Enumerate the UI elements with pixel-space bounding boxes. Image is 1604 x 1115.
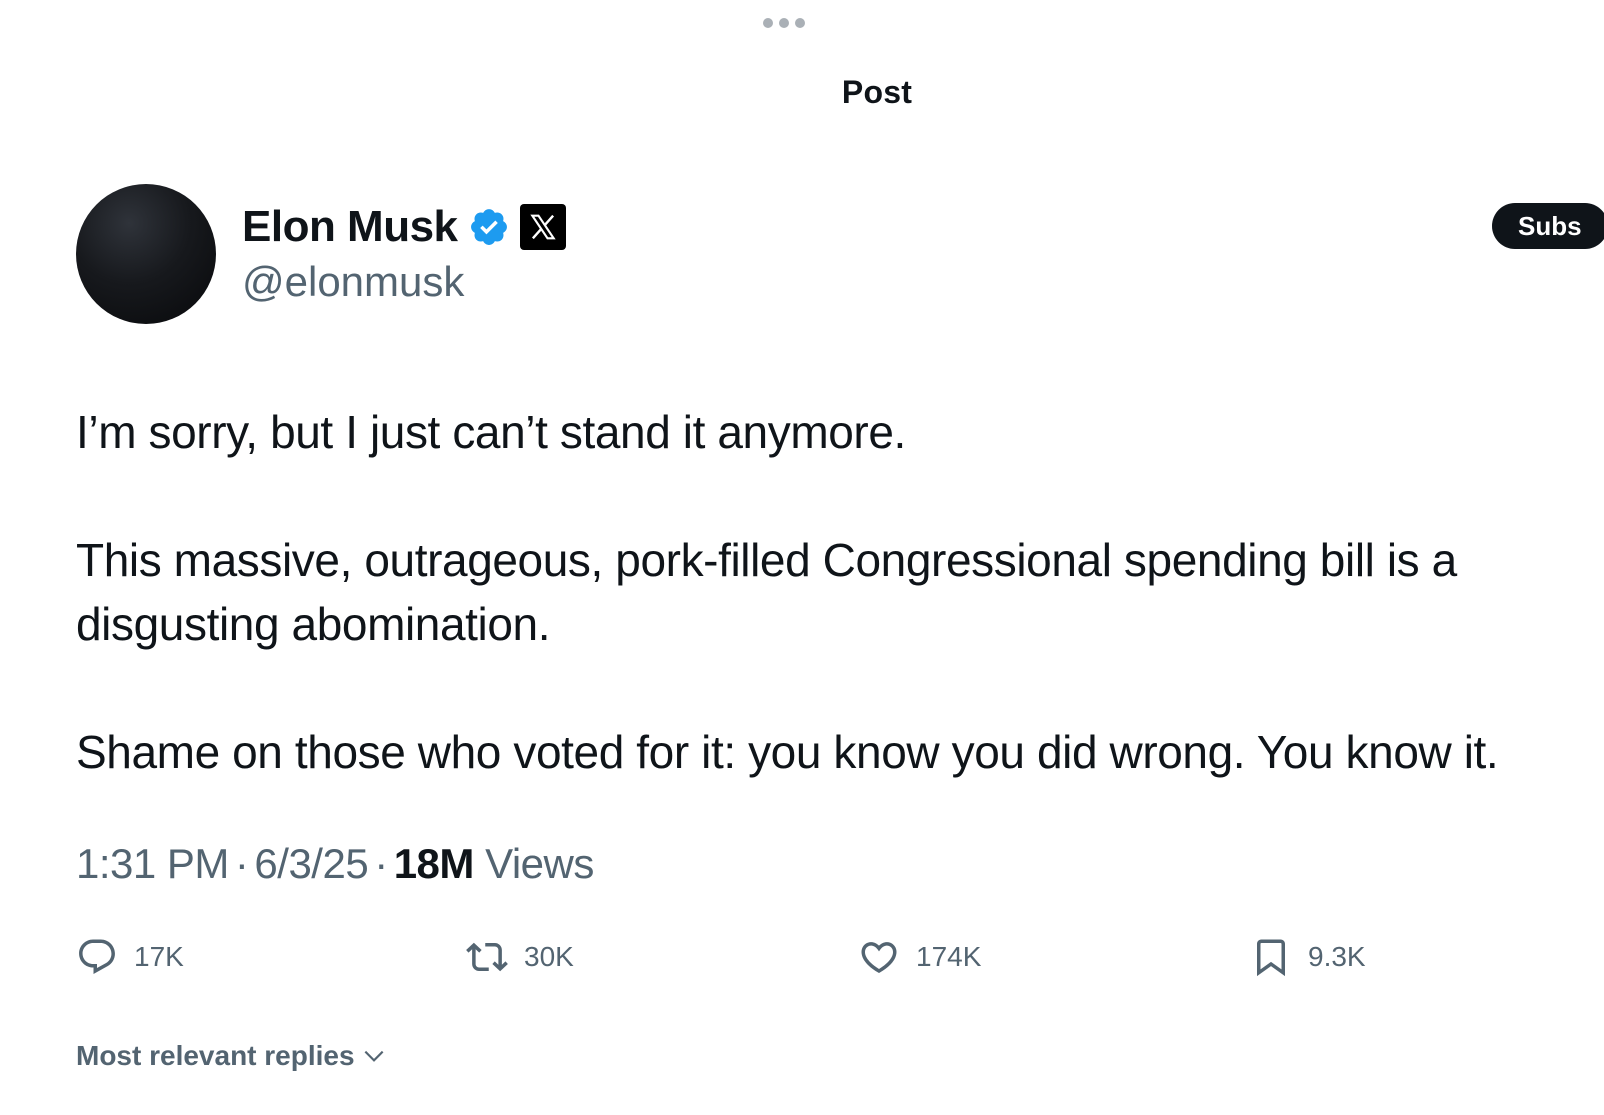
reply-button[interactable]: 17K bbox=[76, 930, 184, 984]
post-actions: 17K 30K 174K 9.3K bbox=[76, 930, 1536, 984]
x-logo-icon[interactable] bbox=[519, 204, 566, 250]
author-name-row: Elon Musk bbox=[242, 200, 566, 254]
page-header: Post bbox=[0, 74, 1604, 111]
author-display-name[interactable]: Elon Musk bbox=[242, 202, 458, 252]
like-button[interactable]: 174K bbox=[858, 930, 981, 984]
dot bbox=[779, 18, 789, 28]
post-page: Post Elon Musk @elonmusk Subs I’m sorry,… bbox=[0, 0, 1604, 1115]
post-text: I’m sorry, but I just can’t stand it any… bbox=[76, 400, 1566, 784]
page-title: Post bbox=[841, 74, 913, 110]
more-options-icon[interactable] bbox=[762, 16, 806, 30]
repost-count: 30K bbox=[524, 941, 574, 972]
post-paragraph: I’m sorry, but I just can’t stand it any… bbox=[76, 406, 906, 458]
heart-icon bbox=[861, 942, 897, 974]
post-time[interactable]: 1:31 PM bbox=[76, 840, 229, 887]
like-count: 174K bbox=[916, 941, 982, 972]
repost-button[interactable]: 30K bbox=[466, 930, 574, 984]
author-handle[interactable]: @elonmusk bbox=[242, 258, 464, 306]
replies-sort-label: Most relevant replies bbox=[76, 1040, 355, 1071]
post-paragraph: Shame on those who voted for it: you kno… bbox=[76, 726, 1499, 778]
views-label: Views bbox=[485, 840, 594, 887]
bookmark-button[interactable]: 9.3K bbox=[1250, 930, 1366, 984]
views-count: 18M bbox=[393, 840, 475, 887]
meta-separator: · bbox=[234, 840, 249, 887]
chevron-down-icon bbox=[364, 1050, 383, 1062]
replies-sort-dropdown[interactable]: Most relevant replies bbox=[76, 1040, 387, 1072]
meta-separator: · bbox=[374, 840, 388, 887]
subscribe-button[interactable]: Subs bbox=[1492, 203, 1604, 249]
post-date[interactable]: 6/3/25 bbox=[254, 840, 368, 887]
bookmark-icon bbox=[1257, 939, 1285, 977]
post-paragraph: This massive, outrageous, pork-filled Co… bbox=[76, 534, 1457, 650]
reply-icon bbox=[79, 939, 115, 974]
reply-count: 17K bbox=[134, 941, 184, 972]
avatar[interactable] bbox=[76, 184, 216, 324]
repost-icon bbox=[466, 942, 508, 972]
dot bbox=[763, 18, 773, 28]
post-meta: 1:31 PM · 6/3/25 · 18M Views bbox=[76, 840, 594, 888]
bookmark-count: 9.3K bbox=[1308, 941, 1366, 972]
verified-badge-icon bbox=[470, 209, 507, 245]
dot bbox=[795, 18, 805, 28]
